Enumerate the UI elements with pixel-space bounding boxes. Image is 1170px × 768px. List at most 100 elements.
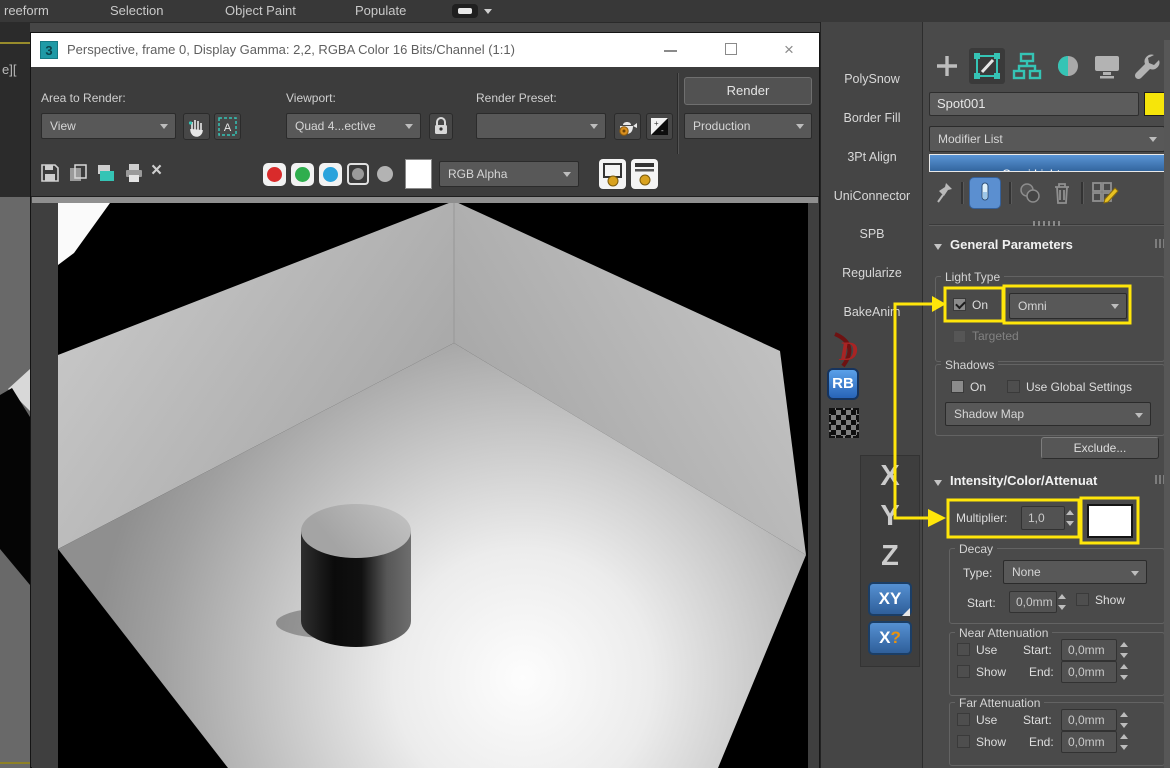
axis-xq-button[interactable]: X? bbox=[868, 621, 912, 655]
alpha-channel-button[interactable] bbox=[347, 163, 369, 185]
clear-image-icon[interactable]: × bbox=[151, 160, 162, 182]
configure-modifier-sets-icon[interactable] bbox=[1089, 179, 1119, 207]
script-button-polysnow[interactable]: PolySnow bbox=[825, 66, 919, 92]
script-button-spb[interactable]: SPB bbox=[825, 221, 919, 247]
near-end-field[interactable]: 0,0mm bbox=[1061, 661, 1117, 683]
axis-y-button[interactable]: Y bbox=[860, 500, 920, 533]
near-start-field[interactable]: 0,0mm bbox=[1061, 639, 1117, 661]
copy-to-clipboard-icon[interactable] bbox=[95, 162, 117, 189]
show-end-result-icon[interactable] bbox=[969, 177, 1001, 209]
tab-create[interactable] bbox=[929, 48, 965, 84]
far-use-label[interactable]: Use bbox=[976, 713, 997, 727]
multiplier-spinner[interactable] bbox=[1065, 507, 1075, 529]
auto-region-icon[interactable]: A bbox=[214, 113, 241, 140]
axis-x-button[interactable]: X bbox=[860, 460, 920, 493]
far-show-label[interactable]: Show bbox=[976, 735, 1006, 749]
debrismaker-icon[interactable]: D bbox=[829, 330, 865, 370]
render-setup-teapot-icon[interactable] bbox=[614, 113, 641, 140]
menu-freeform[interactable]: reeform bbox=[4, 3, 49, 18]
near-start-spinner[interactable] bbox=[1119, 639, 1129, 661]
shadows-on-label[interactable]: On bbox=[970, 380, 986, 394]
make-unique-icon[interactable] bbox=[1017, 180, 1043, 206]
decay-start-spinner[interactable] bbox=[1057, 591, 1067, 613]
menu-object-paint[interactable]: Object Paint bbox=[225, 3, 296, 18]
decay-start-field[interactable]: 0,0mm bbox=[1009, 591, 1057, 613]
object-name-field[interactable]: Spot001 bbox=[929, 92, 1139, 116]
far-end-field[interactable]: 0,0mm bbox=[1061, 731, 1117, 753]
vfb-settings-icon[interactable] bbox=[631, 159, 658, 189]
near-use-label[interactable]: Use bbox=[976, 643, 997, 657]
use-global-settings-checkbox[interactable] bbox=[1007, 380, 1020, 393]
light-type-dropdown[interactable]: Omni bbox=[1009, 293, 1127, 319]
far-start-field[interactable]: 0,0mm bbox=[1061, 709, 1117, 731]
script-button-bakeanim[interactable]: BakeAnim bbox=[825, 299, 919, 325]
red-channel-button[interactable] bbox=[263, 163, 286, 186]
tab-modify[interactable] bbox=[969, 48, 1005, 84]
rappatools-icon[interactable]: RB bbox=[827, 368, 859, 400]
splitter-handle[interactable] bbox=[1033, 221, 1063, 226]
modifier-list-dropdown[interactable]: Modifier List bbox=[929, 126, 1165, 152]
decay-show-checkbox[interactable] bbox=[1076, 593, 1089, 606]
gamma-icon[interactable]: + - bbox=[646, 113, 673, 140]
render-preset-dropdown[interactable] bbox=[476, 113, 606, 139]
far-start-spinner[interactable] bbox=[1119, 709, 1129, 731]
rollout-collapse-icon[interactable] bbox=[934, 244, 942, 250]
panel-scrollbar[interactable] bbox=[1164, 40, 1170, 768]
targeted-checkbox[interactable] bbox=[953, 330, 966, 343]
layered-image-icon[interactable] bbox=[599, 159, 626, 189]
rollout-title-general-parameters[interactable]: General Parameters bbox=[950, 237, 1073, 252]
script-button-3pt-align[interactable]: 3Pt Align bbox=[825, 144, 919, 170]
near-show-label[interactable]: Show bbox=[976, 665, 1006, 679]
menu-populate[interactable]: Populate bbox=[355, 3, 406, 18]
render-target-dropdown[interactable]: Production bbox=[684, 113, 812, 139]
light-color-swatch[interactable] bbox=[1087, 504, 1133, 538]
monochrome-channel-button[interactable] bbox=[377, 166, 393, 182]
channel-display-dropdown[interactable]: RGB Alpha bbox=[439, 161, 579, 187]
script-button-border-fill[interactable]: Border Fill bbox=[825, 105, 919, 131]
checker-map-icon[interactable] bbox=[829, 408, 859, 438]
rollout-title-intensity[interactable]: Intensity/Color/Attenuat bbox=[950, 473, 1097, 488]
exclude-button[interactable]: Exclude... bbox=[1041, 437, 1159, 459]
menu-selection[interactable]: Selection bbox=[110, 3, 163, 18]
decay-show-label[interactable]: Show bbox=[1095, 593, 1125, 607]
tab-display[interactable] bbox=[1089, 48, 1125, 84]
pan-hand-icon[interactable] bbox=[183, 113, 210, 140]
far-end-spinner[interactable] bbox=[1119, 731, 1129, 753]
maximize-button[interactable] bbox=[716, 39, 746, 61]
far-show-checkbox[interactable] bbox=[957, 735, 970, 748]
print-image-icon[interactable] bbox=[123, 162, 145, 189]
decay-type-dropdown[interactable]: None bbox=[1003, 560, 1147, 584]
render-button[interactable]: Render bbox=[684, 77, 812, 105]
area-to-render-dropdown[interactable]: View bbox=[41, 113, 176, 139]
window-titlebar[interactable]: 3 Perspective, frame 0, Display Gamma: 2… bbox=[31, 33, 819, 67]
shadow-generator-dropdown[interactable]: Shadow Map bbox=[945, 402, 1151, 426]
far-use-checkbox[interactable] bbox=[957, 713, 970, 726]
blue-channel-button[interactable] bbox=[319, 163, 342, 186]
viewport-dropdown[interactable]: Quad 4...ective bbox=[286, 113, 421, 139]
tab-hierarchy[interactable] bbox=[1009, 48, 1045, 84]
axis-z-button[interactable]: Z bbox=[860, 540, 920, 573]
multiplier-field[interactable]: 1,0 bbox=[1021, 506, 1065, 530]
tab-motion[interactable] bbox=[1049, 48, 1085, 84]
pin-stack-icon[interactable] bbox=[935, 180, 955, 206]
clone-image-icon[interactable] bbox=[67, 162, 89, 189]
ribbon-minimize-icon[interactable] bbox=[452, 4, 478, 18]
modifier-stack-selected-row[interactable]: Omni Light bbox=[929, 154, 1167, 172]
lock-viewport-icon[interactable] bbox=[429, 113, 453, 140]
close-button[interactable]: × bbox=[774, 39, 804, 61]
tab-utilities[interactable] bbox=[1129, 48, 1165, 84]
light-on-label[interactable]: On bbox=[972, 298, 988, 312]
script-button-uniconnector[interactable]: UniConnector bbox=[825, 183, 919, 209]
minimize-button[interactable] bbox=[656, 39, 686, 61]
script-button-regularize[interactable]: Regularize bbox=[825, 260, 919, 286]
remove-modifier-trash-icon[interactable] bbox=[1049, 179, 1075, 207]
save-image-icon[interactable] bbox=[39, 162, 61, 189]
near-show-checkbox[interactable] bbox=[957, 665, 970, 678]
near-use-checkbox[interactable] bbox=[957, 643, 970, 656]
chevron-down-icon[interactable] bbox=[484, 9, 492, 14]
rollout-collapse-icon[interactable] bbox=[934, 480, 942, 486]
rendered-image[interactable] bbox=[58, 203, 808, 768]
shadows-on-checkbox[interactable] bbox=[951, 380, 964, 393]
near-end-spinner[interactable] bbox=[1119, 661, 1129, 683]
green-channel-button[interactable] bbox=[291, 163, 314, 186]
